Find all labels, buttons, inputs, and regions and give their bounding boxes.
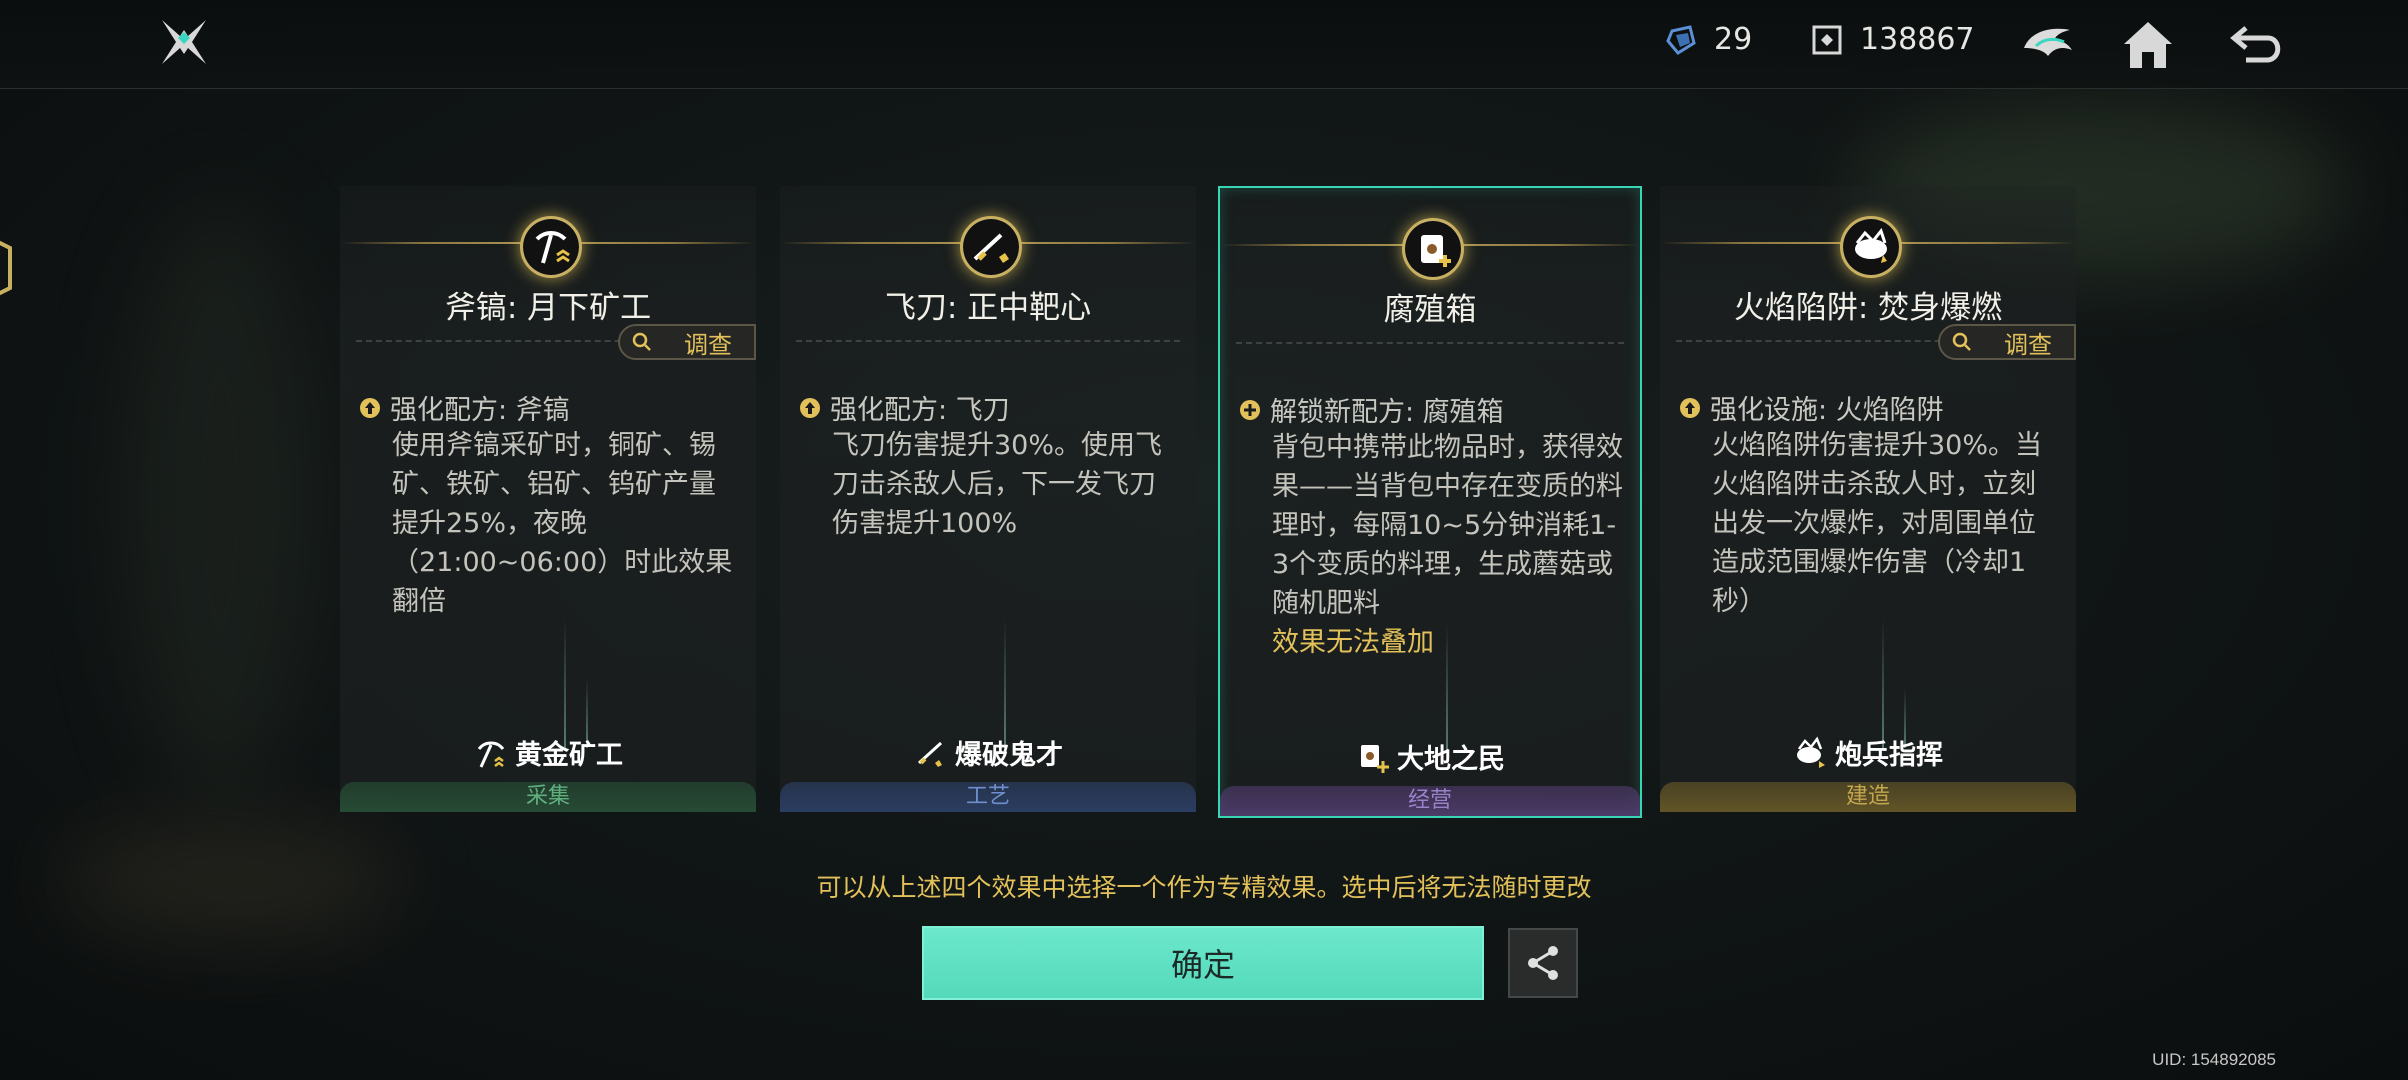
selection-hint: 可以从上述四个效果中选择一个作为专精效果。选中后将无法随时更改 (816, 873, 1592, 902)
card-title: 飞刀: 正中靶心 (884, 290, 1092, 326)
dashed-divider (1236, 342, 1624, 344)
effect-head-text: 强化配方: 斧镐 (390, 395, 570, 426)
user-id: UID: 154892085 (2152, 1050, 2276, 1069)
effect-heading: 强化配方: 飞刀 (798, 388, 1010, 427)
pickaxe-badge-icon (520, 216, 582, 278)
effect-head-text: 解锁新配方: 腐殖箱 (1270, 397, 1504, 428)
emblem-icon[interactable] (2016, 12, 2080, 76)
survey-button[interactable]: 调查 (1938, 324, 2076, 360)
card-title: 腐殖箱 (1383, 292, 1477, 328)
card-title: 斧镐: 月下矿工 (444, 290, 652, 326)
light-beam (1004, 618, 1006, 748)
game-logo-icon[interactable] (158, 16, 210, 68)
effect-warning: 效果无法叠加 (1272, 627, 1434, 658)
share-icon (1528, 946, 1558, 980)
upgrade-icon (800, 397, 820, 418)
currency-coins[interactable]: 138867 (1810, 22, 1975, 57)
cannon-icon (1797, 735, 1825, 768)
card-title: 火焰陷阱: 焚身爆燃 (1733, 290, 2003, 326)
token-icon (1812, 25, 1842, 54)
share-button[interactable] (1508, 928, 1578, 998)
home-icon[interactable] (2116, 12, 2180, 76)
cannon-badge-icon (1840, 216, 1902, 278)
category-bar: 采集 (340, 782, 756, 812)
crystal-icon (1666, 24, 1696, 55)
upgrade-icon (360, 397, 380, 418)
effect-card-fire-trap[interactable]: 火焰陷阱: 焚身爆燃 调查 强化设施: 火焰陷阱 火焰陷阱伤害提升30%。当火焰… (1660, 186, 2076, 812)
survey-label: 调查 (2004, 330, 2052, 359)
search-icon (632, 332, 651, 351)
effect-description: 飞刀伤害提升30%。使用飞刀击杀敌人后，下一发飞刀伤害提升100% (832, 430, 1163, 539)
effect-heading: 强化设施: 火焰陷阱 (1678, 388, 1944, 427)
talent-name: 大地之民 (1220, 737, 1640, 776)
light-beam (564, 618, 566, 748)
pickaxe-icon (477, 741, 505, 768)
talent-name: 爆破鬼才 (780, 733, 1196, 772)
effect-description: 使用斧镐采矿时，铜矿、锡矿、铁矿、铝矿、钨矿产量提升25%，夜晚（21:00~0… (392, 430, 733, 617)
effect-heading: 强化配方: 斧镐 (358, 388, 570, 427)
effect-description: 火焰陷阱伤害提升30%。当火焰陷阱击杀敌人时，立刻出发一次爆炸，对周围单位造成范… (1712, 430, 2043, 617)
talent-name: 黄金矿工 (340, 733, 756, 772)
effect-head-text: 强化配方: 飞刀 (830, 395, 1010, 426)
survey-button[interactable]: 调查 (618, 324, 756, 360)
survey-label: 调查 (684, 330, 732, 359)
unlock-plus-icon (1240, 399, 1260, 420)
dashed-divider (796, 340, 1180, 342)
knife-badge-icon (960, 216, 1022, 278)
effect-card-axe[interactable]: 斧镐: 月下矿工 调查 强化配方: 斧镐 使用斧镐采矿时，铜矿、锡矿、铁矿、铝矿… (340, 186, 756, 812)
talent-name: 炮兵指挥 (1660, 733, 2076, 772)
search-icon (1952, 332, 1971, 351)
effect-heading: 解锁新配方: 腐殖箱 (1238, 390, 1504, 429)
effect-card-compost[interactable]: 腐殖箱 解锁新配方: 腐殖箱 背包中携带此物品时，获得效果——当背包中存在变质的… (1218, 186, 1642, 818)
currency-gems[interactable]: 29 (1664, 22, 1752, 57)
gems-count: 29 (1714, 22, 1753, 57)
confirm-button[interactable]: 确定 (922, 926, 1484, 1000)
effect-description: 背包中携带此物品时，获得效果——当背包中存在变质的料理时，每隔10~5分钟消耗1… (1272, 428, 1626, 662)
back-icon[interactable] (2226, 12, 2290, 76)
effect-card-knife[interactable]: 飞刀: 正中靶心 强化配方: 飞刀 飞刀伤害提升30%。使用飞刀击杀敌人后，下一… (780, 186, 1196, 812)
background-blur (120, 200, 320, 800)
upgrade-icon (1680, 397, 1700, 418)
effect-head-text: 强化设施: 火焰陷阱 (1710, 395, 1944, 426)
compost-badge-icon (1402, 218, 1464, 280)
side-hex-icon[interactable] (0, 218, 16, 318)
light-beam (1446, 622, 1448, 752)
category-bar: 建造 (1660, 782, 2076, 812)
compost-box-icon (1361, 744, 1389, 773)
category-bar: 经营 (1220, 786, 1640, 816)
coins-count: 138867 (1860, 22, 1975, 57)
category-bar: 工艺 (780, 782, 1196, 812)
top-bar: 29 138867 (0, 0, 2408, 89)
throwing-knife-icon (917, 741, 943, 767)
light-beam (1882, 618, 1884, 748)
